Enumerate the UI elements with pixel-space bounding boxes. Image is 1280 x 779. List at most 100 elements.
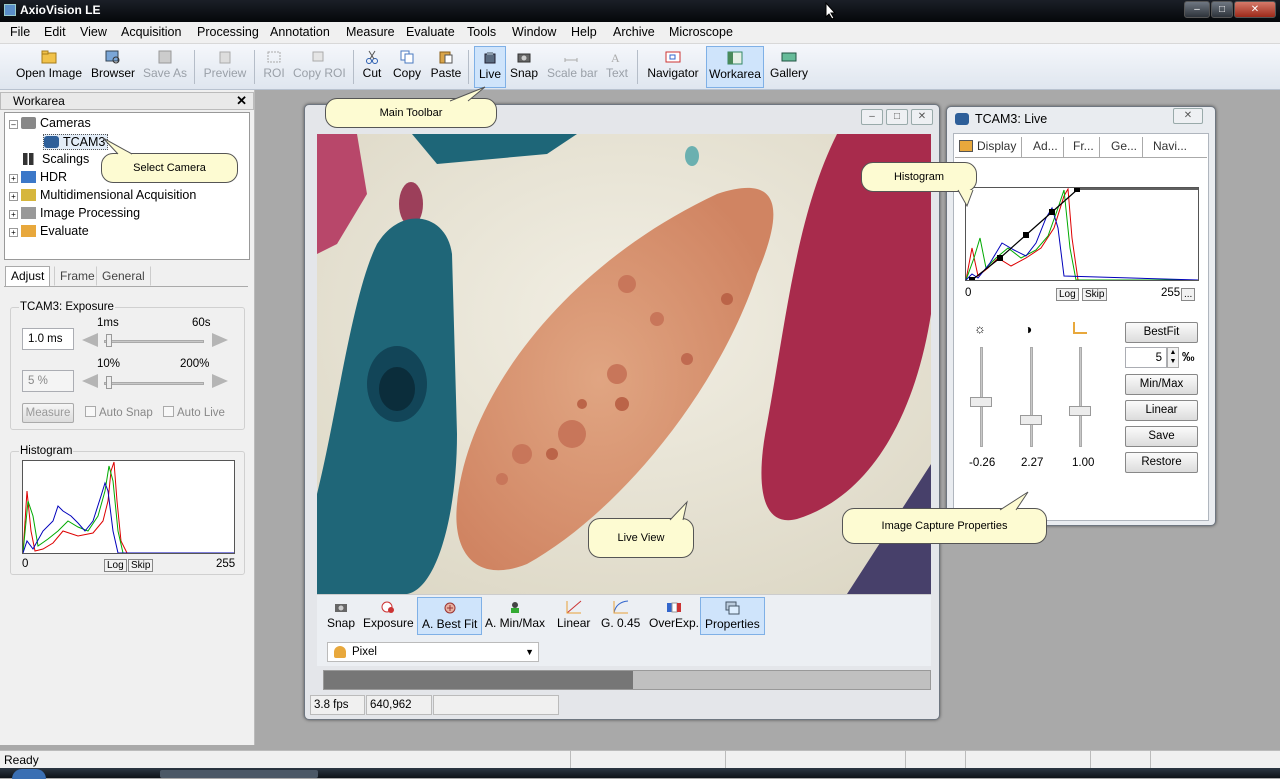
display-histogram-plot[interactable] bbox=[965, 187, 1199, 281]
histogram-log-button[interactable]: Log bbox=[104, 559, 127, 572]
gamma-slider-thumb[interactable] bbox=[1069, 406, 1091, 416]
menu-microscope[interactable]: Microscope bbox=[669, 25, 733, 39]
menu-annotation[interactable]: Annotation bbox=[270, 25, 330, 39]
menu-help[interactable]: Help bbox=[571, 25, 597, 39]
linear-button[interactable]: Linear bbox=[1125, 400, 1198, 421]
curve-point[interactable] bbox=[997, 255, 1003, 261]
exposure-input[interactable]: 1.0 ms bbox=[22, 328, 74, 350]
contrast-slider-thumb[interactable] bbox=[1020, 415, 1042, 425]
best-fit-button[interactable]: A. Best Fit bbox=[417, 597, 483, 635]
browser-button[interactable]: Browser bbox=[90, 46, 136, 88]
curve-point[interactable] bbox=[1023, 232, 1029, 238]
curve-point[interactable] bbox=[1049, 209, 1055, 215]
expand-icon[interactable]: + bbox=[9, 210, 18, 219]
gamma-button[interactable]: G. 0.45 bbox=[597, 597, 644, 635]
display-more-button[interactable]: ... bbox=[1181, 288, 1196, 301]
gain-input[interactable]: 5 % bbox=[22, 370, 74, 392]
gain-increase-icon[interactable] bbox=[212, 374, 228, 388]
exposure-decrease-icon[interactable] bbox=[82, 333, 98, 347]
tab-adjust-short[interactable]: Ad... bbox=[1033, 137, 1064, 157]
live-button[interactable]: Live bbox=[474, 46, 506, 88]
tab-frame-short[interactable]: Fr... bbox=[1073, 137, 1100, 157]
min-max-button[interactable]: A. Min/Max bbox=[481, 597, 549, 635]
pixel-type-select[interactable]: Pixel ▼ bbox=[327, 642, 539, 662]
tree-item-evaluate[interactable]: + Evaluate bbox=[9, 224, 89, 238]
auto-snap-checkbox[interactable]: Auto Snap bbox=[85, 406, 153, 419]
linear-button[interactable]: Linear bbox=[553, 597, 594, 635]
scale-bar-button[interactable]: Scale bar bbox=[547, 46, 598, 88]
live-minimize-button[interactable]: – bbox=[861, 109, 883, 125]
gain-slider-track[interactable] bbox=[104, 382, 204, 385]
restore-button[interactable]: Restore bbox=[1125, 452, 1198, 473]
expand-icon[interactable]: + bbox=[9, 228, 18, 237]
bestfit-button[interactable]: BestFit bbox=[1125, 322, 1198, 343]
brightness-slider-thumb[interactable] bbox=[970, 397, 992, 407]
minimize-button[interactable]: – bbox=[1184, 1, 1210, 18]
auto-live-checkbox[interactable]: Auto Live bbox=[163, 406, 225, 419]
close-button[interactable]: ✕ bbox=[1234, 1, 1276, 18]
display-log-button[interactable]: Log bbox=[1056, 288, 1079, 301]
percent-input[interactable]: 5 bbox=[1125, 347, 1167, 368]
navigator-button[interactable]: Navigator bbox=[645, 46, 701, 88]
open-image-button[interactable]: Open Image bbox=[14, 46, 84, 88]
measure-button[interactable]: Measure bbox=[22, 403, 74, 423]
roi-button[interactable]: ROI bbox=[262, 46, 286, 88]
paste-button[interactable]: Paste bbox=[430, 46, 462, 88]
save-button[interactable]: Save bbox=[1125, 426, 1198, 447]
curve-point[interactable] bbox=[1074, 187, 1080, 192]
menu-file[interactable]: File bbox=[10, 25, 30, 39]
tree-item-hdr[interactable]: + HDR bbox=[9, 170, 67, 184]
collapse-icon[interactable]: – bbox=[9, 120, 18, 129]
tree-item-image-processing[interactable]: + Image Processing bbox=[9, 206, 140, 220]
menu-processing[interactable]: Processing bbox=[197, 25, 259, 39]
tab-display[interactable]: Display bbox=[959, 137, 1023, 157]
menu-edit[interactable]: Edit bbox=[44, 25, 66, 39]
histogram-skip-button[interactable]: Skip bbox=[128, 559, 154, 572]
live-exposure-button[interactable]: Exposure bbox=[359, 597, 418, 635]
live-close-button[interactable]: ✕ bbox=[911, 109, 933, 125]
menu-measure[interactable]: Measure bbox=[346, 25, 395, 39]
taskbar-app-button[interactable] bbox=[160, 770, 318, 778]
tab-general[interactable]: General bbox=[96, 266, 151, 286]
chevron-down-icon[interactable]: ▼ bbox=[525, 643, 534, 661]
tree-item-scalings[interactable]: Scalings bbox=[23, 152, 89, 166]
exposure-slider-thumb[interactable] bbox=[106, 334, 112, 347]
menu-acquisition[interactable]: Acquisition bbox=[121, 25, 181, 39]
save-as-button[interactable]: Save As bbox=[143, 46, 187, 88]
tab-adjust[interactable]: Adjust bbox=[5, 266, 51, 286]
display-close-button[interactable]: ✕ bbox=[1173, 108, 1203, 124]
workarea-button[interactable]: Workarea bbox=[706, 46, 764, 88]
gallery-button[interactable]: Gallery bbox=[770, 46, 808, 88]
percent-spinner[interactable]: ▲ ▼ bbox=[1167, 347, 1179, 368]
cut-button[interactable]: Cut bbox=[361, 46, 383, 88]
curve-point[interactable] bbox=[969, 277, 975, 281]
display-skip-button[interactable]: Skip bbox=[1082, 288, 1108, 301]
close-pane-icon[interactable]: ✕ bbox=[236, 93, 247, 109]
copy-roi-button[interactable]: Copy ROI bbox=[293, 46, 346, 88]
exposure-increase-icon[interactable] bbox=[212, 333, 228, 347]
tab-frame[interactable]: Frame bbox=[54, 266, 101, 286]
menu-tools[interactable]: Tools bbox=[467, 25, 496, 39]
tab-navigator-short[interactable]: Navi... bbox=[1153, 137, 1187, 157]
tree-item-multidimensional[interactable]: + Multidimensional Acquisition bbox=[9, 188, 196, 202]
live-snap-button[interactable]: Snap bbox=[323, 597, 359, 635]
expand-icon[interactable]: + bbox=[9, 174, 18, 183]
contrast-slider-track[interactable] bbox=[1030, 347, 1033, 447]
gamma-slider-track[interactable] bbox=[1079, 347, 1082, 447]
copy-button[interactable]: Copy bbox=[392, 46, 422, 88]
menu-evaluate[interactable]: Evaluate bbox=[406, 25, 455, 39]
exposure-slider-track[interactable] bbox=[104, 340, 204, 343]
live-maximize-button[interactable]: □ bbox=[886, 109, 908, 125]
tab-general-short[interactable]: Ge... bbox=[1111, 137, 1144, 157]
gain-slider-thumb[interactable] bbox=[106, 376, 112, 389]
properties-button[interactable]: Properties bbox=[700, 597, 765, 635]
minmax-button[interactable]: Min/Max bbox=[1125, 374, 1198, 395]
menu-window[interactable]: Window bbox=[512, 25, 556, 39]
gain-decrease-icon[interactable] bbox=[82, 374, 98, 388]
preview-button[interactable]: Preview bbox=[202, 46, 248, 88]
maximize-button[interactable]: □ bbox=[1211, 1, 1233, 18]
snap-button[interactable]: Snap bbox=[509, 46, 539, 88]
expand-icon[interactable]: + bbox=[9, 192, 18, 201]
tree-item-cameras[interactable]: – Cameras bbox=[9, 116, 91, 130]
menu-archive[interactable]: Archive bbox=[613, 25, 655, 39]
